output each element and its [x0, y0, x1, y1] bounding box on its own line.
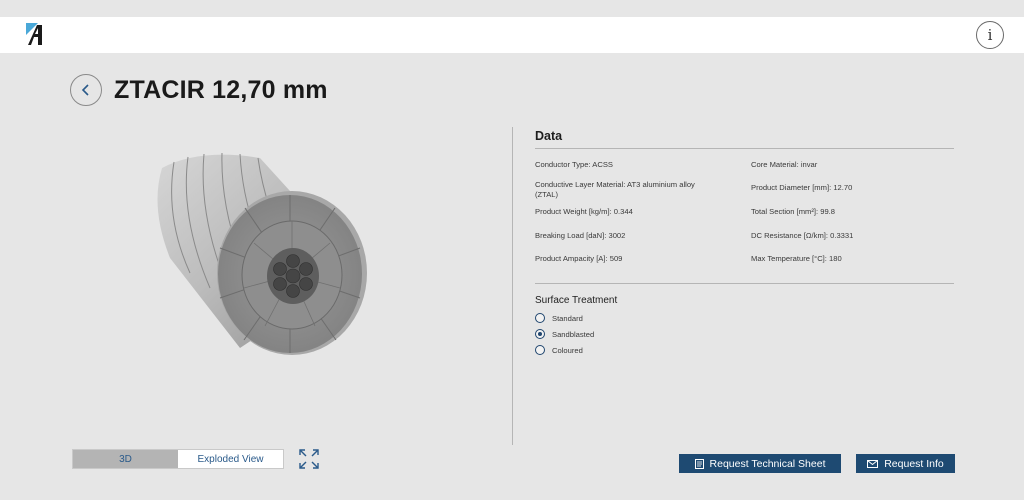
surface-treatment-title: Surface Treatment — [535, 295, 618, 306]
expand-icon — [299, 449, 319, 469]
page-title: ZTACIR 12,70 mm — [114, 76, 328, 104]
data-divider — [535, 148, 954, 149]
view-3d-tab[interactable]: 3D — [73, 450, 178, 468]
radio-label: Sandblasted — [552, 329, 595, 339]
radio-sandblasted[interactable]: Sandblasted — [535, 329, 594, 339]
vertical-divider — [512, 127, 513, 445]
view-exploded-tab[interactable]: Exploded View — [178, 450, 283, 468]
radio-label: Coloured — [552, 345, 583, 355]
info-button[interactable]: i — [976, 21, 1004, 49]
field-breaking-load: Breaking Load [daN]: 3002 — [535, 231, 626, 240]
view-toggle: 3D Exploded View — [72, 449, 284, 469]
request-info-button[interactable]: Request Info — [856, 454, 955, 473]
mail-icon — [867, 459, 879, 468]
field-max-temperature: Max Temperature [°C]: 180 — [751, 254, 842, 263]
radio-circle-icon[interactable] — [535, 345, 545, 355]
info-icon: i — [987, 26, 993, 44]
field-dc-resistance: DC Resistance [Ω/km]: 0.3331 — [751, 231, 854, 240]
expand-fullscreen-button[interactable] — [298, 448, 320, 470]
radio-standard[interactable]: Standard — [535, 313, 583, 323]
request-technical-sheet-button[interactable]: Request Technical Sheet — [679, 454, 841, 473]
field-product-diameter: Product Diameter [mm]: 12.70 — [751, 183, 853, 192]
field-total-section: Total Section [mm²]: 99.8 — [751, 207, 836, 216]
radio-label: Standard — [552, 313, 583, 323]
field-core-material: Core Material: invar — [751, 160, 818, 169]
header-bar: i — [0, 17, 1024, 53]
field-product-weight: Product Weight [kg/m]: 0.344 — [535, 207, 633, 216]
top-strip — [0, 0, 1024, 17]
chevron-left-icon — [81, 84, 89, 96]
radio-coloured[interactable]: Coloured — [535, 345, 583, 355]
field-conductor-type: Conductor Type: ACSS — [535, 160, 613, 169]
brand-logo[interactable] — [26, 23, 48, 45]
back-button[interactable] — [70, 74, 102, 106]
data-section-title: Data — [535, 129, 563, 143]
surface-divider — [535, 283, 954, 284]
cable-3d-render[interactable] — [140, 148, 380, 358]
document-icon — [694, 458, 704, 469]
radio-selected-icon[interactable] — [535, 329, 545, 339]
field-conductive-layer: Conductive Layer Material: AT3 aluminium… — [535, 180, 695, 199]
field-product-ampacity: Product Ampacity [A]: 509 — [535, 254, 623, 263]
radio-circle-icon[interactable] — [535, 313, 545, 323]
